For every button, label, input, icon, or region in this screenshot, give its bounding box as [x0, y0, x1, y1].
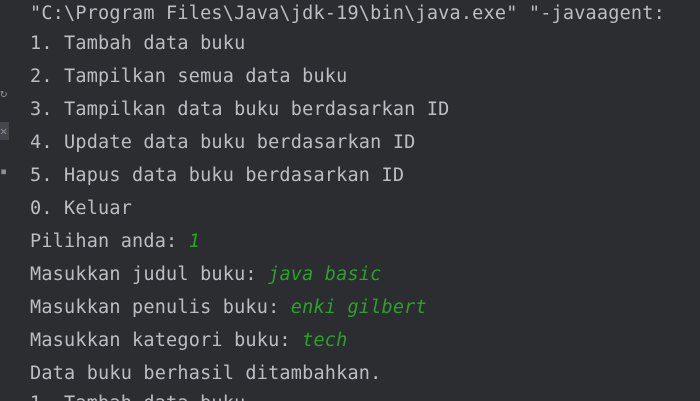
menu-item-keluar: 0. Keluar — [30, 198, 133, 219]
prompt-penulis: Masukkan penulis buku: enki gilbert — [30, 296, 427, 320]
prompt-label: Masukkan judul buku: — [30, 264, 269, 285]
java-command-line: "C:\Program Files\Java\jdk-19\bin\java.e… — [30, 3, 665, 24]
prompt-label: Masukkan penulis buku: — [30, 297, 291, 318]
run-console-output[interactable]: "C:\Program Files\Java\jdk-19\bin\java.e… — [10, 0, 700, 401]
result-message: Data buku berhasil ditambahkan. — [30, 363, 382, 384]
user-input-value: enki gilbert — [290, 297, 427, 318]
menu-item-hapus: 5. Hapus data buku berdasarkan ID — [30, 165, 405, 186]
rerun-icon[interactable]: ↻ — [0, 84, 9, 102]
menu-item-update: 4. Update data buku berdasarkan ID — [30, 132, 416, 153]
prompt-label: Pilihan anda: — [30, 231, 189, 252]
prompt-label: Masukkan kategori buku: — [30, 330, 303, 351]
menu-item-tampilkan-id: 3. Tampilkan data buku berdasarkan ID — [30, 99, 450, 120]
menu-item-tampilkan-semua: 2. Tampilkan semua data buku — [30, 66, 348, 87]
prompt-pilihan: Pilihan anda: 1 — [30, 230, 200, 254]
user-input-value: 1 — [188, 231, 201, 252]
prompt-kategori: Masukkan kategori buku: tech — [30, 329, 347, 353]
menu-item-tambah-repeat: 1. Tambah data buku — [30, 392, 245, 401]
close-icon[interactable]: ✕ — [0, 122, 9, 140]
user-input-value: java basic — [268, 264, 382, 285]
user-input-value: tech — [302, 330, 348, 351]
prompt-judul: Masukkan judul buku: java basic — [30, 263, 382, 287]
menu-item-tambah: 1. Tambah data buku — [30, 33, 246, 54]
pin-icon[interactable]: ▪ — [0, 162, 9, 180]
